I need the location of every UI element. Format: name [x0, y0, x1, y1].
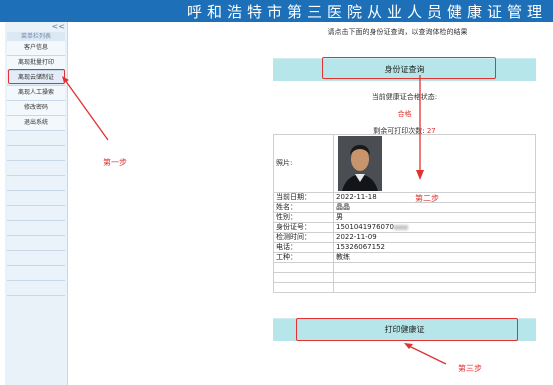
step3-arrowhead	[404, 343, 413, 349]
step3-label: 第三步	[458, 364, 482, 373]
step1-arrow	[64, 79, 109, 141]
step1-label: 第一步	[103, 158, 127, 167]
step3-arrow	[408, 345, 447, 365]
step1-arrowhead	[62, 76, 69, 83]
step2-arrowhead	[416, 170, 424, 180]
step2-label: 第二步	[415, 194, 439, 203]
annotation-arrows	[62, 75, 447, 365]
